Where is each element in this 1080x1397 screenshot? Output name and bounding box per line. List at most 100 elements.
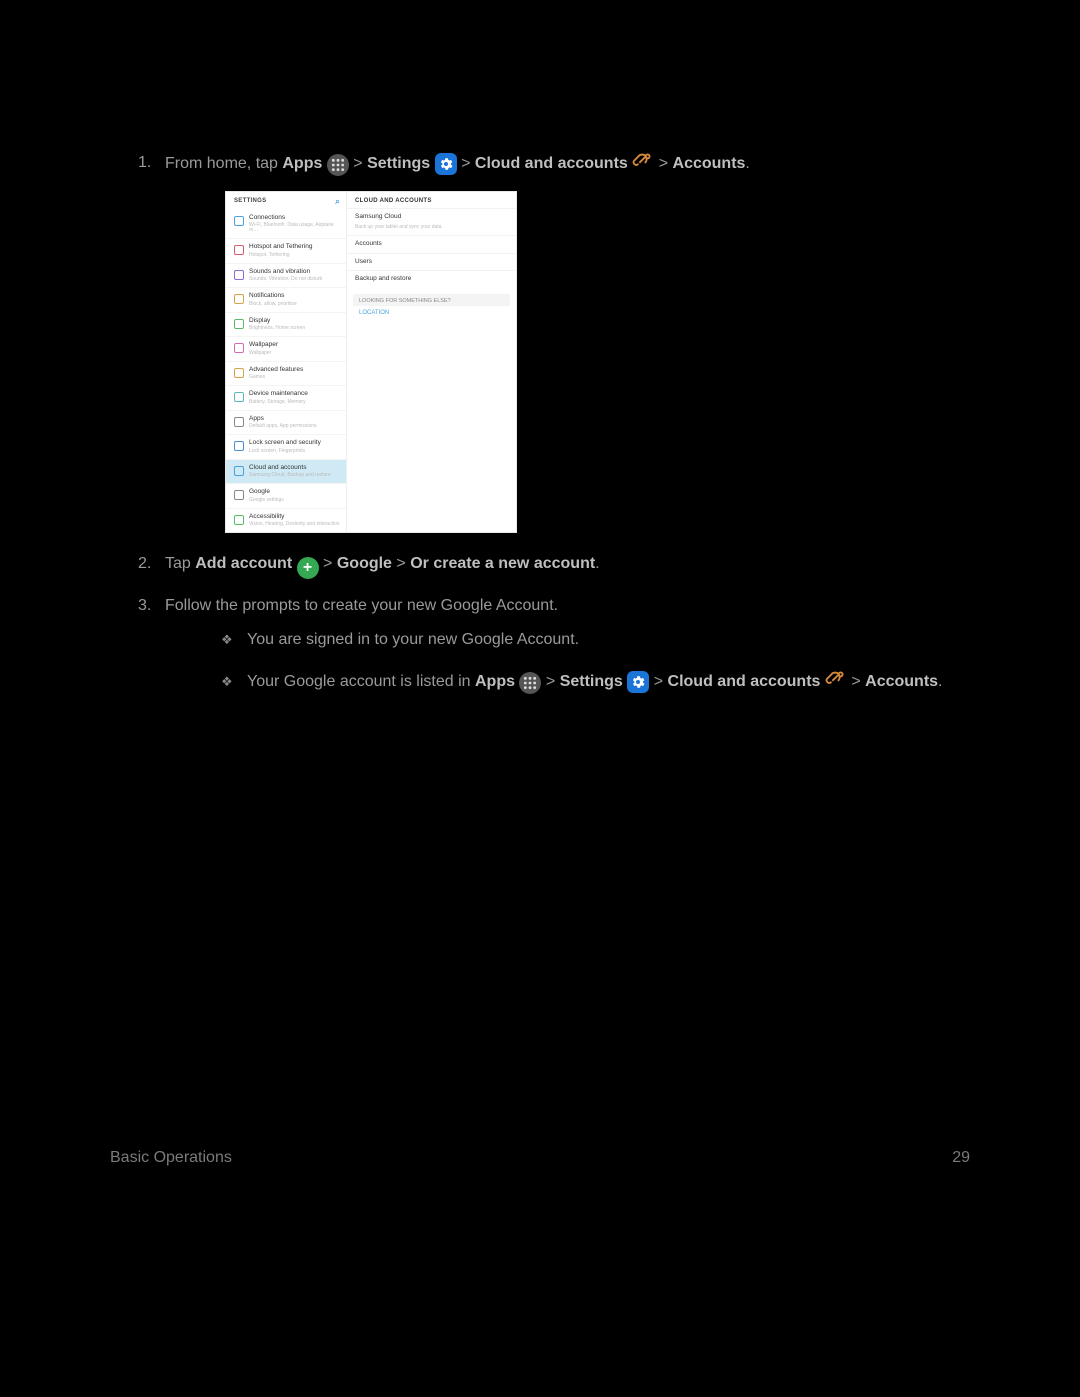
ss-item-sub: Brightness, Home screen [249,326,305,331]
ss-left-item: Cloud and accountsSamsung Cloud, Backup … [226,459,346,484]
ss-item-icon [234,466,244,476]
label-add-account: Add account [195,555,292,572]
ss-item-icon [234,490,244,500]
ss-item-sub: Block, allow, prioritize [249,302,297,307]
ss-item-icon [234,216,244,226]
ss-left-item: Hotspot and Tethering Hotspot, Tethering [226,238,346,263]
ss-item-icon [234,319,244,329]
sep: > [396,555,410,572]
ss-left-item: Sounds and vibrationSounds, Vibration, D… [226,263,346,288]
ss-item-sub: Default apps, App permissions [249,424,317,429]
ss-item-sub: Wi-Fi, Bluetooth, Data usage, Airplane m… [249,223,340,233]
ss-item-title: Cloud and accounts [249,465,331,472]
ss-item-sub: Hotspot, Tethering [249,253,312,258]
ss-item-samsung-cloud: Samsung Cloud [347,209,516,226]
text: You are signed in to your new Google Acc… [247,631,579,648]
ss-item-icon [234,245,244,255]
step-3: Follow the prompts to create your new Go… [110,593,970,695]
ss-item-icon [234,392,244,402]
ss-left-item: Advanced featuresGames [226,361,346,386]
ss-item-icon [234,417,244,427]
period: . [745,155,749,172]
ss-item-title: Lock screen and security [249,440,321,447]
label-apps: Apps [475,673,515,690]
ss-item-sub: Vision, Hearing, Dexterity and interacti… [249,522,340,527]
ss-item-title: Notifications [249,293,297,300]
ss-location: LOCATION [347,306,516,322]
period: . [595,555,599,572]
text: From home, tap [165,155,282,172]
ss-item-title: Google [249,489,284,496]
ss-right-header: CLOUD AND ACCOUNTS [347,192,516,208]
sep: > [546,673,560,690]
period: . [938,673,942,690]
sep: > [323,555,337,572]
ss-left-item: AppsDefault apps, App permissions [226,410,346,435]
text: Tap [165,555,195,572]
label-or-create: Or create a new account [410,555,595,572]
label-cloud-accounts: Cloud and accounts [475,155,628,172]
ss-item-title: Device maintenance [249,391,308,398]
apps-icon [327,154,349,176]
footer-page: 29 [952,1149,970,1167]
ss-item-title: Sounds and vibration [249,269,322,276]
settings-screenshot: SETTINGS ⌕ ConnectionsWi-Fi, Bluetooth, D… [225,191,517,534]
bullet-icon: ❖ [221,671,233,693]
ss-item-title: Advanced features [249,367,303,374]
step-1: From home, tap Apps > Settings > Cloud a… [110,150,970,533]
text: Follow the prompts to create your new Go… [165,597,558,614]
ss-item-backup: Backup and restore [347,271,516,288]
ss-left-item: DisplayBrightness, Home screen [226,312,346,337]
ss-item-icon [234,294,244,304]
ss-left-item: Google Google settings [226,483,346,508]
ss-item-users: Users [347,254,516,271]
ss-item-icon [234,368,244,378]
ss-item-icon [234,441,244,451]
sep: > [851,673,865,690]
label-settings: Settings [367,155,430,172]
ss-item-title: Accessibility [249,514,340,521]
ss-item-icon [234,270,244,280]
search-icon: ⌕ [335,198,340,206]
ss-item-sub: Wallpaper [249,351,278,356]
sep: > [659,155,673,172]
label-settings: Settings [560,673,623,690]
label-accounts: Accounts [673,155,746,172]
bullet-icon: ❖ [221,629,233,651]
settings-icon [435,153,457,175]
ss-left-item: ConnectionsWi-Fi, Bluetooth, Data usage,… [226,210,346,239]
ss-item-sub: Lock screen, Fingerprints [249,449,321,454]
ss-item-sub: Sounds, Vibration, Do not disturb [249,277,322,282]
text: Your Google account is listed in [247,673,475,690]
label-cloud-accounts: Cloud and accounts [668,673,821,690]
ss-item-icon [234,343,244,353]
ss-item-sub: Samsung Cloud, Backup and restore [249,473,331,478]
ss-item-accounts: Accounts [347,236,516,253]
footer-section: Basic Operations [110,1149,232,1167]
cloud-accounts-icon [632,150,654,172]
apps-icon [519,672,541,694]
ss-left-item: Lock screen and security Lock screen, Fin… [226,434,346,459]
ss-left-item: AccessibilityVision, Hearing, Dexterity … [226,508,346,533]
ss-left-item: WallpaperWallpaper [226,336,346,361]
label-google: Google [337,555,392,572]
ss-item-sub: Games [249,375,303,380]
label-apps: Apps [282,155,322,172]
settings-icon [627,671,649,693]
ss-item-samsung-cloud-sub: Back up your tablet and sync your data. [347,225,516,235]
ss-left-header: SETTINGS [234,198,266,206]
ss-item-icon [234,515,244,525]
ss-item-title: Hotspot and Tethering [249,244,312,251]
ss-looking: LOOKING FOR SOMETHING ELSE? [353,294,510,307]
step-2: Tap Add account + > Google > Or create a… [110,551,970,579]
label-accounts: Accounts [865,673,938,690]
step-3-sub-2: ❖ Your Google account is listed in Apps … [165,668,970,695]
ss-item-sub: Google settings [249,498,284,503]
sep: > [461,155,475,172]
ss-left-pane: SETTINGS ⌕ ConnectionsWi-Fi, Bluetooth, D… [226,192,347,533]
ss-left-item: Device maintenanceBattery, Storage, Memo… [226,385,346,410]
sep: > [654,673,668,690]
ss-item-title: Connections [249,215,340,222]
ss-left-item: Notifications Block, allow, prioritize [226,287,346,312]
sep: > [353,155,367,172]
